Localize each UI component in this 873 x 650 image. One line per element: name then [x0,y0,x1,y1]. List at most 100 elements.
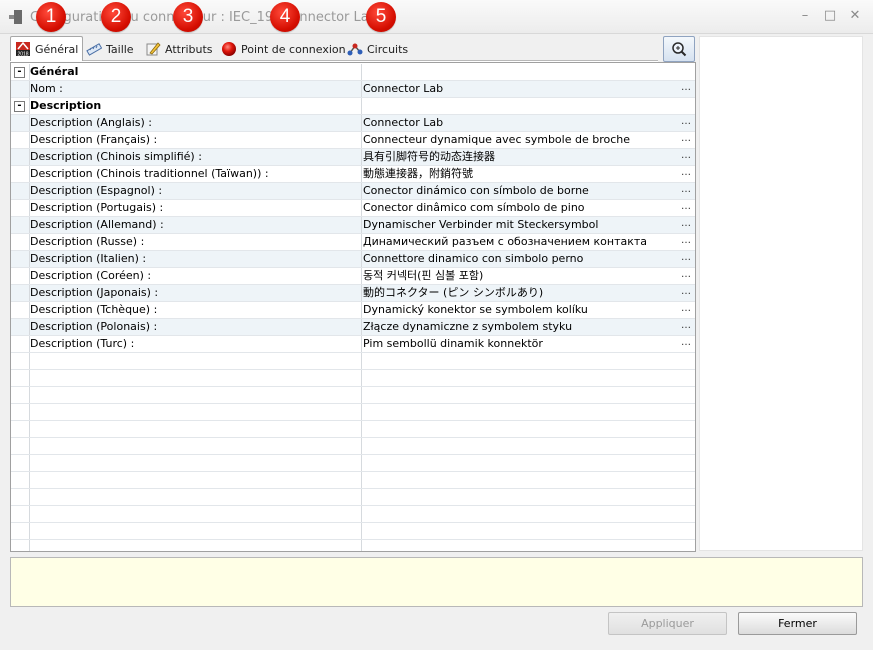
row-gutter [11,251,30,267]
row-gutter [11,81,30,97]
row-gutter [11,217,30,233]
empty-cell [30,472,362,488]
close-button[interactable]: Fermer [738,612,857,635]
table-row[interactable]: Description (Japonais) : 動的コネクター (ピン シンボ… [11,285,695,302]
tab-connection-point[interactable]: Point de connexion [217,38,350,60]
close-icon[interactable]: ✕ [845,7,865,25]
row-gutter [11,149,30,165]
minimize-icon[interactable]: – [795,7,815,25]
red-ball-icon [222,42,236,56]
ellipsis-button[interactable]: … [681,149,691,163]
empty-cell [30,353,362,369]
row-gutter [11,285,30,301]
empty-cell [30,370,362,386]
property-value[interactable]: Conector dinâmico com símbolo de pino [363,200,681,216]
maximize-icon[interactable]: □ [820,7,840,25]
table-row[interactable]: Description (Italien) : Connettore dinam… [11,251,695,268]
ellipsis-button[interactable]: … [681,251,691,265]
tab-label: Général [35,42,79,56]
tab-size[interactable]: Taille [82,38,138,60]
row-gutter [11,438,30,454]
table-row[interactable]: Description (Anglais) : Connector Lab … [11,115,695,132]
table-row[interactable]: Description (Espagnol) : Conector dinámi… [11,183,695,200]
property-value[interactable]: Pim sembollü dinamik konnektör [363,336,681,352]
section-header-description[interactable]: - Description [11,98,695,115]
section-header-general[interactable]: - Général [11,64,695,81]
row-gutter [11,166,30,182]
ellipsis-button[interactable]: … [681,81,691,95]
ellipsis-button[interactable]: … [681,319,691,333]
tab-label: Taille [106,42,134,56]
table-row[interactable]: Description (Russe) : Динамический разъе… [11,234,695,251]
table-row[interactable]: Description (Chinois traditionnel (Taïwa… [11,166,695,183]
table-row[interactable]: Description (Coréen) : 동적 커넥터(핀 심볼 포함) … [11,268,695,285]
property-value[interactable]: Connecteur dynamique avec symbole de bro… [363,132,681,148]
property-grid: - Général Nom : Connector Lab … - Descri… [10,62,696,552]
empty-row [11,540,695,551]
row-gutter [11,302,30,318]
row-gutter: - [11,98,30,114]
ellipsis-button[interactable]: … [681,115,691,129]
property-value[interactable]: Conector dinámico con símbolo de borne [363,183,681,199]
info-area [10,557,863,607]
collapse-toggle[interactable]: - [14,101,25,112]
table-row[interactable]: Description (Chinois simplifié) : 具有引脚符号… [11,149,695,166]
row-gutter [11,404,30,420]
table-row[interactable]: Description (Tchèque) : Dynamický konekt… [11,302,695,319]
table-row[interactable]: Description (Turc) : Pim sembollü dinami… [11,336,695,353]
circuit-icon [347,43,363,56]
empty-row [11,438,695,455]
empty-cell [30,540,362,551]
ellipsis-button[interactable]: … [681,268,691,282]
ellipsis-button[interactable]: … [681,234,691,248]
property-name: Description (Chinois simplifié) : [30,149,362,165]
section-title: Description [30,98,362,114]
property-value[interactable]: 동적 커넥터(핀 심볼 포함) [363,268,681,284]
row-gutter: - [11,64,30,80]
empty-cell [30,506,362,522]
property-value[interactable]: Dynamický konektor se symbolem kolíku [363,302,681,318]
tab-general[interactable]: 2018 Général [10,36,84,61]
property-name: Description (Anglais) : [30,115,362,131]
connector-icon [9,10,22,24]
ellipsis-button[interactable]: … [681,217,691,231]
property-value[interactable]: Connettore dinamico con simbolo perno [363,251,681,267]
ellipsis-button[interactable]: … [681,285,691,299]
property-value[interactable]: 動態連接器，附銷符號 [363,166,681,182]
property-value[interactable]: 動的コネクター (ピン シンボルあり) [363,285,681,301]
property-name: Description (Italien) : [30,251,362,267]
empty-row [11,353,695,370]
window-title: Configuration du connecteur : IEC_19 (Co… [30,10,383,25]
ellipsis-button[interactable]: … [681,302,691,316]
zoom-button[interactable] [663,36,695,62]
ellipsis-button[interactable]: … [681,336,691,350]
table-row[interactable]: Description (Allemand) : Dynamischer Ver… [11,217,695,234]
table-row[interactable]: Description (Français) : Connecteur dyna… [11,132,695,149]
collapse-toggle[interactable]: - [14,67,25,78]
row-gutter [11,489,30,505]
property-value[interactable]: 具有引脚符号的动态连接器 [363,149,681,165]
apply-button[interactable]: Appliquer [608,612,727,635]
row-gutter [11,455,30,471]
property-value[interactable]: Dynamischer Verbinder mit Steckersymbol [363,217,681,233]
property-value[interactable]: Динамический разъем с обозначением конта… [363,234,681,250]
tab-circuits[interactable]: Circuits [343,38,412,60]
property-value[interactable]: Złącze dynamiczne z symbolem styku [363,319,681,335]
tab-attributes[interactable]: Attributs [141,38,217,60]
empty-row [11,472,695,489]
row-gutter [11,506,30,522]
table-row[interactable]: Description (Polonais) : Złącze dynamicz… [11,319,695,336]
property-name: Description (Tchèque) : [30,302,362,318]
empty-cell [30,489,362,505]
ellipsis-button[interactable]: … [681,166,691,180]
ellipsis-button[interactable]: … [681,132,691,146]
property-value[interactable]: Connector Lab [363,81,681,97]
row-gutter [11,234,30,250]
empty-row [11,370,695,387]
table-row[interactable]: Nom : Connector Lab … [11,81,695,98]
ellipsis-button[interactable]: … [681,183,691,197]
property-value[interactable]: Connector Lab [363,115,681,131]
table-row[interactable]: Description (Portugais) : Conector dinâm… [11,200,695,217]
ellipsis-button[interactable]: … [681,200,691,214]
row-gutter [11,268,30,284]
